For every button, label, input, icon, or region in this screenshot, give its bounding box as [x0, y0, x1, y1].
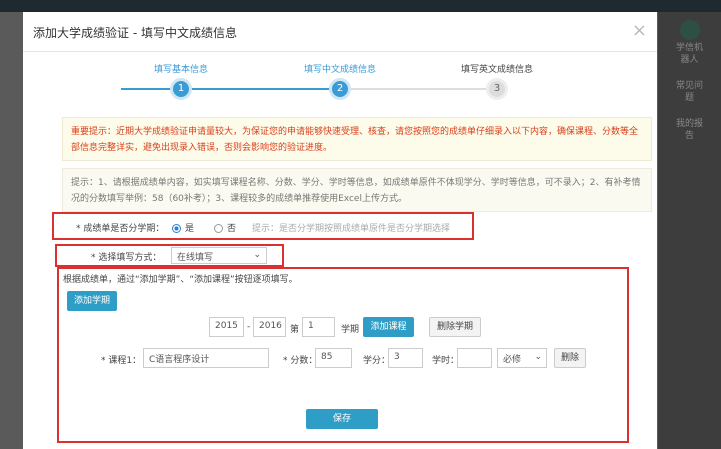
radio-no-icon[interactable] [214, 224, 223, 233]
chevron-down-icon: ⌄ [534, 352, 542, 362]
method-row: * 选择填写方式： 在线填写 ⌄ [55, 244, 284, 267]
score-input[interactable]: 85 [315, 348, 352, 368]
term-unit: 学期 [341, 325, 360, 335]
semester-label: * 成绩单是否分学期： [76, 224, 165, 234]
right-sidebar: 学信机器人 常见问题 我的报告 [658, 12, 721, 449]
chevron-down-icon: ⌄ [253, 250, 261, 260]
step-3-label: 填写英文成绩信息 [460, 65, 533, 75]
online-form: 根据成绩单，通过“添加学期”、“添加课程”按钮逐项填写。 添加学期 2015 -… [57, 267, 629, 443]
close-icon[interactable]: × [632, 20, 647, 41]
term-number-input[interactable]: 1 [302, 317, 335, 337]
save-button[interactable]: 保存 [306, 409, 378, 429]
sidebar-faq[interactable]: 常见问题 [675, 80, 705, 104]
score-label: * 分数： [283, 356, 318, 366]
sidebar-report[interactable]: 我的报告 [675, 118, 705, 142]
year-dash: - [247, 322, 251, 332]
credit-input[interactable]: 3 [388, 348, 423, 368]
course-type-select[interactable]: 必修 ⌄ [497, 348, 547, 368]
delete-course-button[interactable]: 删除 [554, 348, 586, 368]
method-select[interactable]: 在线填写 ⌄ [171, 247, 267, 264]
step-2-circle: 2 [329, 78, 351, 100]
important-notice: 重要提示：近期大学成绩验证申请量较大，为保证您的申请能够快速受理、核查，请您按照… [62, 117, 652, 161]
hours-input[interactable] [457, 348, 492, 368]
radio-no[interactable]: 否 [214, 221, 236, 234]
radio-yes[interactable]: 是 [172, 221, 194, 234]
sidebar-robot[interactable]: 学信机器人 [675, 42, 705, 66]
step-2-label: 填写中文成绩信息 [303, 65, 376, 75]
add-term-button[interactable]: 添加学期 [67, 291, 117, 311]
course-name-input[interactable]: C语言程序设计 [143, 348, 269, 368]
course-type-value: 必修 [503, 355, 522, 365]
term-prefix: 第 [290, 325, 300, 335]
robot-avatar-icon[interactable] [679, 20, 700, 40]
delete-term-button[interactable]: 删除学期 [429, 317, 481, 337]
semester-row: * 成绩单是否分学期： 是 否 提示：是否分学期按照成绩单原件是否分学期选择 [52, 212, 474, 240]
progress-line-pending [340, 88, 500, 90]
step-3-circle: 3 [486, 78, 508, 100]
course-label: * 课程1： [101, 356, 142, 366]
method-value: 在线填写 [177, 253, 214, 263]
credit-label: 学分： [363, 356, 391, 366]
hours-label: 学时： [432, 356, 460, 366]
step-1-label: 填写基本信息 [153, 65, 208, 75]
hint-notice: 提示：1、请根据成绩单内容，如实填写课程名称、分数、学分、学时等信息，如成绩单原… [62, 168, 652, 212]
add-course-button[interactable]: 添加课程 [363, 317, 414, 337]
radio-yes-icon[interactable] [172, 224, 181, 233]
radio-no-label: 否 [227, 224, 237, 234]
top-bar [0, 0, 721, 12]
form-intro: 根据成绩单，通过“添加学期”、“添加课程”按钮逐项填写。 [63, 275, 298, 285]
year-from-input[interactable]: 2015 [209, 317, 244, 337]
step-1-circle: 1 [170, 78, 192, 100]
year-to-input[interactable]: 2016 [253, 317, 286, 337]
method-label: * 选择填写方式： [91, 253, 162, 263]
modal-title: 添加大学成绩验证 - 填写中文成绩信息 [23, 12, 657, 52]
radio-yes-label: 是 [185, 224, 195, 234]
semester-tip: 提示：是否分学期按照成绩单原件是否分学期选择 [252, 224, 451, 234]
add-score-modal: 添加大学成绩验证 - 填写中文成绩信息 × 填写基本信息 填写中文成绩信息 填写… [23, 12, 657, 449]
